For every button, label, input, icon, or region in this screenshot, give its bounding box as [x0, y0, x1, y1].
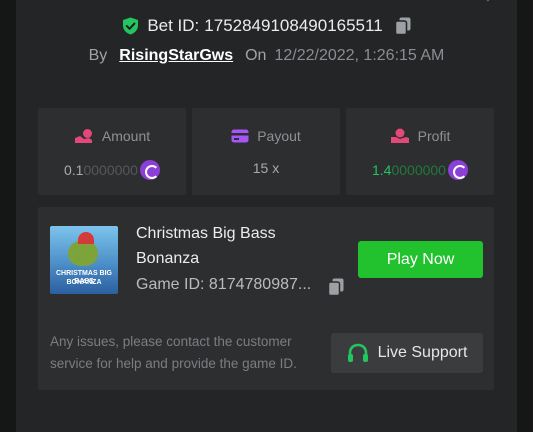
backdrop-left [0, 0, 16, 432]
live-support-button[interactable]: Live Support [331, 333, 483, 373]
bet-meta-row: By RisingStarGws On 12/22/2022, 1:26:15 … [16, 47, 517, 65]
coin-icon [139, 160, 160, 180]
bet-detail-modal: Bet ID: 1752849108490165511 By RisingSta… [16, 0, 517, 432]
live-support-label: Live Support [377, 344, 468, 361]
bet-id-value: 1752849108490165511 [204, 16, 383, 35]
profit-value: 1.4 [372, 162, 392, 178]
bet-id-row: Bet ID: 1752849108490165511 [16, 16, 517, 36]
headset-icon [347, 343, 368, 362]
shield-check-icon [123, 17, 139, 35]
copy-icon[interactable] [328, 278, 344, 296]
on-label: On [245, 47, 267, 64]
support-hint: Any issues, please contact the customer … [50, 334, 297, 371]
payout-value: 15 x [252, 160, 280, 176]
game-title: Christmas Big Bass Bonanza [136, 225, 276, 267]
game-thumbnail[interactable]: CHRISTMAS BIG BASS BONANZA [50, 226, 118, 294]
coin-icon [447, 160, 468, 180]
stat-payout: Payout 15 x [192, 108, 340, 195]
game-id: Game ID: 8174780987... [136, 276, 312, 293]
stat-profit: Profit 1.4 0000000 [346, 108, 494, 195]
profit-hand-icon [390, 128, 409, 143]
payout-label: Payout [257, 128, 301, 144]
bet-amount-icon [74, 129, 92, 143]
card-icon [231, 129, 249, 143]
amount-label: Amount [101, 128, 151, 144]
close-icon[interactable] [481, 0, 495, 4]
bet-id-label: Bet ID: [147, 16, 200, 35]
username-link[interactable]: RisingStarGws [119, 47, 233, 65]
stat-amount: Amount 0.1 0000000 [38, 108, 186, 195]
amount-value: 0.1 [64, 162, 84, 178]
backdrop-right [517, 0, 533, 432]
profit-value-trailing: 0000000 [391, 162, 446, 178]
bet-stats: Amount 0.1 0000000 Payout 15 x Profit 1.… [38, 108, 494, 195]
amount-value-trailing: 0000000 [83, 162, 138, 178]
copy-icon[interactable] [394, 17, 411, 35]
profit-label: Profit [417, 128, 451, 144]
game-card: CHRISTMAS BIG BASS BONANZA Christmas Big… [38, 207, 494, 390]
play-now-button[interactable]: Play Now [358, 241, 483, 278]
by-label: By [88, 47, 108, 64]
thumb-title-line2: BONANZA [66, 279, 102, 286]
bet-timestamp: 12/22/2022, 1:26:15 AM [274, 47, 445, 64]
